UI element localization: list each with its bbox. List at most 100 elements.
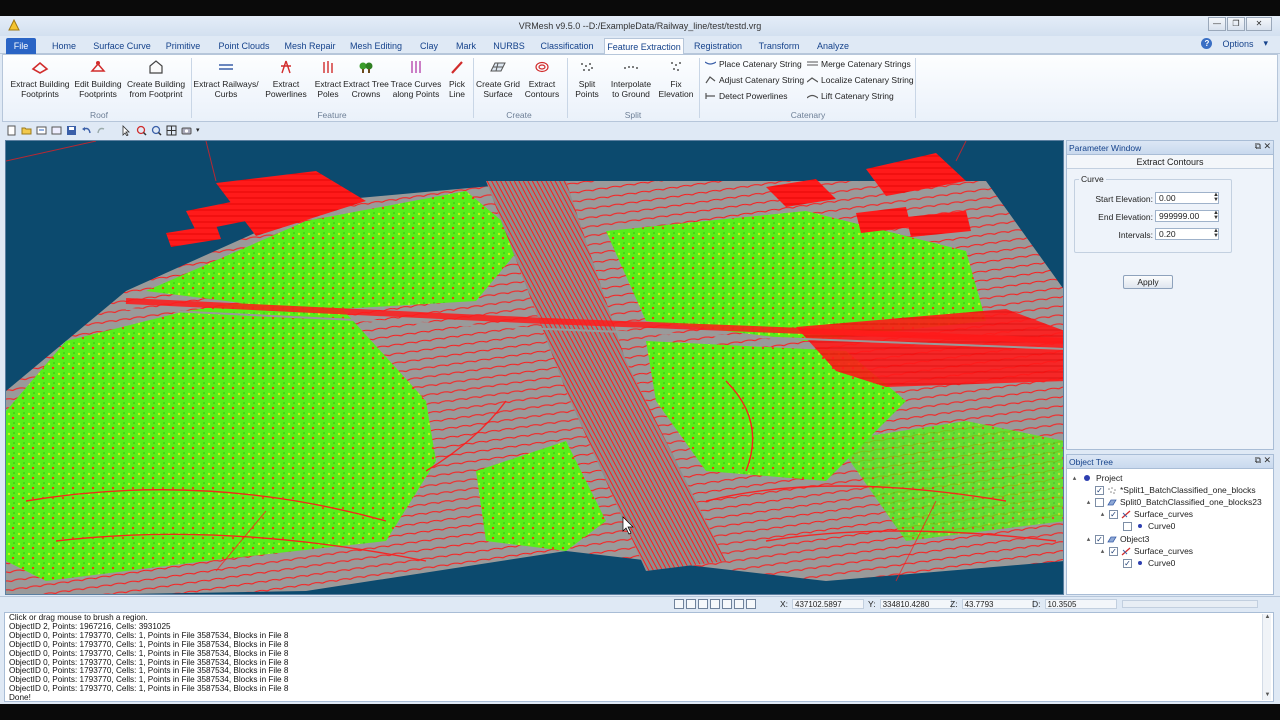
tree-node-object3[interactable]: ▴ ✓ Object3 xyxy=(1085,533,1150,545)
interpolate-to-ground-button[interactable]: Interpolate to Ground xyxy=(607,59,655,99)
view-mode-icon[interactable] xyxy=(734,599,744,609)
scroll-down-icon[interactable]: ▼ xyxy=(1263,692,1272,700)
spinner-arrows-icon[interactable]: ▲ ▼ xyxy=(1213,210,1219,221)
extract-tree-crowns-button[interactable]: Extract Tree Crowns xyxy=(341,59,391,99)
view-mode-icon[interactable] xyxy=(698,599,708,609)
localize-catenary-string-button[interactable]: Localize Catenary String xyxy=(807,75,914,85)
visibility-checkbox[interactable] xyxy=(1123,521,1132,531)
fix-elevation-button[interactable]: Fix Elevation xyxy=(657,59,695,99)
view-mode-icon[interactable] xyxy=(674,599,684,609)
pin-icon[interactable]: ⧉ xyxy=(1255,141,1261,152)
chevron-down-icon[interactable]: ▾ xyxy=(196,126,200,134)
zoom-icon[interactable] xyxy=(151,125,162,136)
grid-view-icon[interactable] xyxy=(166,125,177,136)
adjust-catenary-string-button[interactable]: Adjust Catenary String xyxy=(705,75,804,85)
tab-analyze[interactable]: Analyze xyxy=(812,38,854,54)
visibility-checkbox[interactable]: ✓ xyxy=(1109,509,1118,519)
view-mode-icon[interactable] xyxy=(746,599,756,609)
export-icon[interactable] xyxy=(51,125,62,136)
extract-powerlines-button[interactable]: Extract Powerlines xyxy=(261,59,311,99)
tab-transform[interactable]: Transform xyxy=(752,38,806,54)
visibility-checkbox[interactable]: ✓ xyxy=(1095,534,1104,544)
view-mode-icon[interactable] xyxy=(710,599,720,609)
view-mode-icon[interactable] xyxy=(686,599,696,609)
extract-building-footprints-button[interactable]: Extract Building Footprints xyxy=(9,59,71,99)
tree-toggle-icon[interactable]: ▴ xyxy=(1099,510,1106,518)
merge-catenary-strings-button[interactable]: Merge Catenary Strings xyxy=(807,59,911,69)
apply-button[interactable]: Apply xyxy=(1123,275,1173,289)
options-menu[interactable]: Options xyxy=(1222,39,1253,49)
button-label: Adjust Catenary String xyxy=(719,75,805,85)
tab-file[interactable]: File xyxy=(6,38,36,54)
tree-toggle-icon[interactable]: ▴ xyxy=(1099,547,1106,555)
tab-mark[interactable]: Mark xyxy=(450,38,482,54)
lift-catenary-string-button[interactable]: Lift Catenary String xyxy=(807,91,894,101)
tree-toggle-icon[interactable]: ▴ xyxy=(1085,535,1092,543)
tab-classification[interactable]: Classification xyxy=(536,38,598,54)
tab-surface-curve[interactable]: Surface Curve xyxy=(88,38,156,54)
select-cursor-icon[interactable] xyxy=(121,124,132,136)
tab-clay[interactable]: Clay xyxy=(414,38,444,54)
view-mode-icon[interactable] xyxy=(722,599,732,609)
tree-toggle-icon[interactable]: ▴ xyxy=(1085,498,1092,506)
open-folder-icon[interactable] xyxy=(21,125,32,136)
new-file-icon[interactable] xyxy=(6,125,17,136)
tree-toggle-icon[interactable]: ▴ xyxy=(1071,474,1078,482)
tree-node-curve0[interactable]: Curve0 xyxy=(1113,520,1175,532)
log-scrollbar[interactable]: ▲ ▼ xyxy=(1262,614,1271,700)
spinner-arrows-icon[interactable]: ▲ ▼ xyxy=(1213,192,1219,203)
extract-railways-curbs-button[interactable]: Extract Railways/Curbs xyxy=(193,59,259,99)
redo-icon[interactable] xyxy=(96,125,107,136)
extract-poles-button[interactable]: Extract Poles xyxy=(311,59,345,99)
close-icon[interactable]: ✕ xyxy=(1263,455,1271,466)
tree-node-split0[interactable]: ▴ Split0_BatchClassified_one_blocks23 xyxy=(1085,496,1262,508)
tab-registration[interactable]: Registration xyxy=(690,38,746,54)
chevron-down-icon[interactable]: ▾ xyxy=(1263,38,1268,49)
end-elevation-input[interactable]: 999999.00 xyxy=(1155,210,1219,222)
undo-icon[interactable] xyxy=(81,125,92,136)
3d-viewport[interactable] xyxy=(5,140,1064,595)
close-icon[interactable]: ✕ xyxy=(1263,141,1271,152)
tab-nurbs[interactable]: NURBS xyxy=(488,38,530,54)
save-icon[interactable] xyxy=(66,125,77,136)
visibility-checkbox[interactable]: ✓ xyxy=(1109,546,1118,556)
close-button[interactable]: ✕ xyxy=(1246,17,1272,31)
create-grid-surface-button[interactable]: Create Grid Surface xyxy=(473,59,523,99)
tree-node-surface-curves[interactable]: ▴ ✓ Surface_curves xyxy=(1099,508,1193,520)
camera-icon[interactable] xyxy=(181,125,192,136)
tree-node-curve0[interactable]: ✓ Curve0 xyxy=(1113,557,1175,569)
tab-primitive[interactable]: Primitive xyxy=(160,38,206,54)
place-catenary-string-button[interactable]: Place Catenary String xyxy=(705,59,802,69)
pick-line-button[interactable]: Pick Line xyxy=(443,59,471,99)
tree-node-project[interactable]: ▴ Project xyxy=(1071,472,1123,484)
visibility-checkbox[interactable] xyxy=(1095,497,1104,507)
ribbon-tab-bar: File Home Surface Curve Primitive Point … xyxy=(0,36,1280,54)
spinner-arrows-icon[interactable]: ▲ ▼ xyxy=(1213,228,1219,239)
parameter-window: Parameter Window ⧉ ✕ Extract Contours Cu… xyxy=(1066,140,1274,450)
zoom-fit-icon[interactable] xyxy=(136,125,147,136)
visibility-checkbox[interactable]: ✓ xyxy=(1123,558,1132,568)
intervals-input[interactable]: 0.20 xyxy=(1155,228,1219,240)
trace-curves-button[interactable]: Trace Curves along Points xyxy=(389,59,443,99)
pin-icon[interactable]: ⧉ xyxy=(1255,455,1261,466)
tab-mesh-repair[interactable]: Mesh Repair xyxy=(280,38,340,54)
minimize-button[interactable]: — xyxy=(1208,17,1226,31)
tree-node-surface-curves[interactable]: ▴ ✓ Surface_curves xyxy=(1099,545,1193,557)
scroll-up-icon[interactable]: ▲ xyxy=(1263,614,1272,622)
import-icon[interactable] xyxy=(36,125,47,136)
maximize-button[interactable]: ❐ xyxy=(1227,17,1245,31)
tree-node-split1[interactable]: ✓ *Split1_BatchClassified_one_blocks xyxy=(1085,484,1256,496)
edit-building-footprints-button[interactable]: Edit Building Footprints xyxy=(69,59,127,99)
point-cloud-render[interactable] xyxy=(6,141,1064,595)
extract-contours-button[interactable]: Extract Contours xyxy=(521,59,563,99)
tab-mesh-editing[interactable]: Mesh Editing xyxy=(344,38,408,54)
start-elevation-input[interactable]: 0.00 xyxy=(1155,192,1219,204)
tab-point-clouds[interactable]: Point Clouds xyxy=(212,38,276,54)
tab-feature-extraction[interactable]: Feature Extraction xyxy=(604,38,684,54)
create-building-from-footprint-button[interactable]: Create Building from Footprint xyxy=(123,59,189,99)
detect-powerlines-button[interactable]: Detect Powerlines xyxy=(705,91,788,101)
tab-home[interactable]: Home xyxy=(44,38,84,54)
split-points-button[interactable]: Split Points xyxy=(571,59,603,99)
help-icon[interactable]: ? xyxy=(1201,38,1213,49)
visibility-checkbox[interactable]: ✓ xyxy=(1095,485,1104,495)
